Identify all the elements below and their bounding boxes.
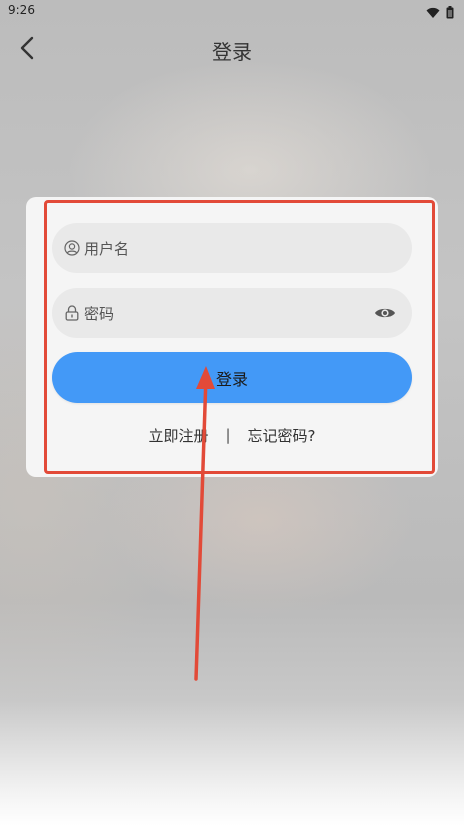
title-bar: 登录 — [0, 26, 464, 74]
password-placeholder: 密码 — [84, 304, 115, 323]
password-field[interactable]: 密码 — [52, 288, 412, 338]
username-field[interactable]: 用户名 — [52, 223, 412, 273]
link-row: 立即注册 | 忘记密码? — [52, 425, 412, 445]
status-bar: 9:26 — [0, 0, 464, 22]
username-placeholder: 用户名 — [84, 239, 130, 258]
status-icons — [426, 4, 454, 23]
login-button[interactable]: 登录 — [52, 352, 412, 403]
user-icon — [64, 240, 80, 256]
battery-icon — [446, 4, 454, 23]
link-divider: | — [225, 426, 231, 444]
status-time: 9:26 — [8, 3, 35, 17]
lock-icon — [64, 305, 80, 321]
forgot-password-link[interactable]: 忘记密码? — [248, 425, 316, 446]
register-link[interactable]: 立即注册 — [148, 425, 208, 446]
wifi-icon — [426, 4, 440, 23]
page-title: 登录 — [212, 40, 252, 64]
eye-icon[interactable] — [374, 303, 396, 323]
